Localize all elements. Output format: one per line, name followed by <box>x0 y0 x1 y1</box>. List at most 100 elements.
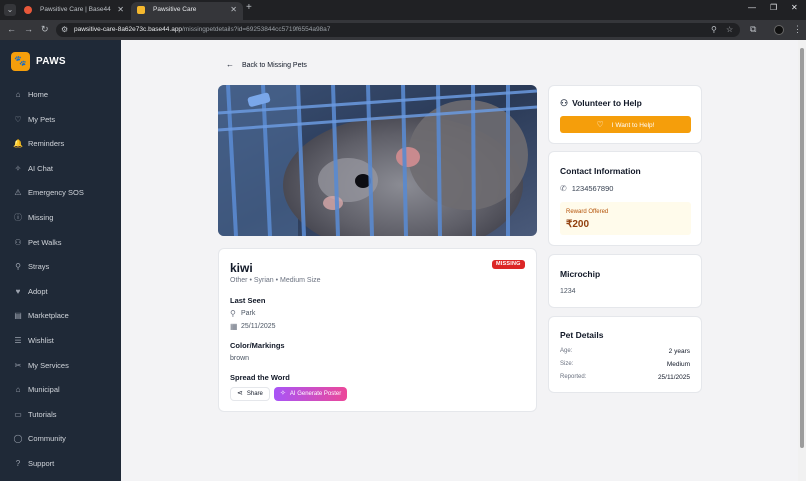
sidebar-item-reminders[interactable]: 🔔 Reminders <box>13 137 113 151</box>
sidebar-item-wishlist[interactable]: ☰ Wishlist <box>13 334 113 348</box>
new-tab-icon[interactable]: + <box>246 2 252 13</box>
volunteer-card: ⚇ Volunteer to Help ♡ I Want to Help! <box>548 85 702 144</box>
size-value: Medium <box>666 361 690 368</box>
back-to-missing-link[interactable]: ← Back to Missing Pets <box>226 60 307 69</box>
map-pin-icon: ⚲ <box>230 309 236 318</box>
forward-icon[interactable]: → <box>24 24 33 34</box>
sidebar-item-label: My Pets <box>28 114 56 124</box>
last-seen-date: 25/11/2025 <box>241 323 276 330</box>
sparkle-icon: ✧ <box>14 163 22 173</box>
sidebar-item-tutorials[interactable]: ▭ Tutorials <box>13 408 113 422</box>
magic-wand-icon: ✧ <box>280 390 286 397</box>
sidebar-item-municipal[interactable]: ⌂ Municipal <box>13 383 113 397</box>
share-label: Share <box>246 391 263 397</box>
back-icon[interactable]: ← <box>7 24 16 34</box>
last-seen-heading: Last Seen <box>230 296 266 305</box>
sidebar-item-label: Pet Walks <box>28 237 62 247</box>
tab-favicon-icon <box>24 6 32 14</box>
building-icon: ⌂ <box>15 385 21 395</box>
sidebar-item-label: Wishlist <box>28 336 54 345</box>
contact-title: Contact Information <box>560 166 641 176</box>
location-icon[interactable]: ⚲ <box>711 25 717 34</box>
reward-box: Reward Offered ₹200 <box>560 202 691 235</box>
menu-kebab-icon[interactable]: ⋮ <box>793 24 802 35</box>
browser-tab-bar: ⌄ Pawsitive Care | Base44 ✕ Pawsitive Ca… <box>0 0 806 20</box>
heart-icon: ♡ <box>14 114 22 124</box>
bookmark-star-icon[interactable]: ☆ <box>726 25 733 34</box>
window-close-icon[interactable]: ✕ <box>791 3 798 12</box>
paw-logo-icon: 🐾 <box>11 52 30 71</box>
phone-icon: ✆ <box>560 184 567 193</box>
sidebar-item-pet-walks[interactable]: ⚇ Pet Walks <box>13 236 113 250</box>
list-icon: ☰ <box>14 336 22 345</box>
tab-close-icon[interactable]: ✕ <box>230 2 237 18</box>
sidebar-item-marketplace[interactable]: ▤ Marketplace <box>13 309 113 323</box>
sidebar-item-support[interactable]: ? Support <box>13 457 113 471</box>
browser-tab-1[interactable]: Pawsitive Care | Base44 ✕ <box>18 2 130 20</box>
sidebar-item-emergency-sos[interactable]: ⚠ Emergency SOS <box>13 186 113 200</box>
age-value: 2 years <box>668 348 690 355</box>
maximize-icon[interactable]: ❐ <box>770 3 777 12</box>
reported-value: 25/11/2025 <box>657 374 690 381</box>
tab-title: Pawsitive Care | Base44 <box>40 6 111 13</box>
sidebar-item-community[interactable]: ◯ Community <box>13 432 113 446</box>
reward-value: ₹200 <box>566 219 590 230</box>
status-badge: MISSING <box>492 260 525 269</box>
sidebar-item-strays[interactable]: ⚲ Strays <box>13 260 113 274</box>
tab-close-icon[interactable]: ✕ <box>117 2 124 18</box>
color-value: brown <box>230 355 250 362</box>
alert-circle-icon: ⓘ <box>14 213 22 222</box>
scissors-icon: ✂ <box>14 360 22 370</box>
browser-tab-2[interactable]: Pawsitive Care ✕ <box>131 2 243 20</box>
message-icon: ◯ <box>13 434 23 444</box>
book-icon: ▭ <box>14 409 22 419</box>
tab-title: Pawsitive Care <box>153 6 197 13</box>
size-label: Size: <box>560 361 574 367</box>
sidebar-item-missing[interactable]: ⓘ Missing <box>13 211 113 225</box>
phone-number: 1234567890 <box>571 184 614 193</box>
sidebar-item-adopt[interactable]: ♥ Adopt <box>13 285 113 299</box>
share-icon: ⋖ <box>237 390 243 397</box>
browser-toolbar: ← → ↻ ⚙ pawsitive-care-8a62e73c.base44.a… <box>0 20 806 40</box>
pet-name: kiwi <box>230 261 253 275</box>
address-bar[interactable]: ⚙ pawsitive-care-8a62e73c.base44.app/mis… <box>56 23 740 37</box>
url-path: /missingpetdetails?id=69253844cc5719f655… <box>182 26 331 33</box>
pet-photo <box>218 85 537 236</box>
reward-label: Reward Offered <box>566 209 609 215</box>
contact-card: Contact Information ✆ 1234567890 Reward O… <box>548 151 702 246</box>
sidebar-item-label: AI Chat <box>28 163 54 173</box>
help-icon: ? <box>15 459 21 468</box>
sidebar-item-label: Reminders <box>28 139 65 149</box>
volunteer-title: ⚇ Volunteer to Help <box>560 98 642 109</box>
want-to-help-button[interactable]: ♡ I Want to Help! <box>560 116 691 133</box>
volunteer-title-text: Volunteer to Help <box>572 98 642 108</box>
share-button[interactable]: ⋖ Share <box>230 387 270 401</box>
sidebar-item-my-services[interactable]: ✂ My Services <box>13 359 113 373</box>
brand-name: PAWS <box>36 56 66 67</box>
last-seen-location: Park <box>241 310 256 317</box>
profile-avatar[interactable] <box>774 25 784 35</box>
sidebar-item-label: Tutorials <box>28 409 57 419</box>
microchip-value: 1234 <box>560 288 576 295</box>
sidebar-item-ai-chat[interactable]: ✧ AI Chat <box>13 162 113 176</box>
heart-handshake-icon: ♥ <box>15 286 21 296</box>
tab-search-icon[interactable]: ⌄ <box>4 4 16 16</box>
extensions-icon[interactable]: ⧉ <box>750 24 756 35</box>
url-text: pawsitive-care-8a62e73c.base44.app/missi… <box>74 25 330 35</box>
scrollbar-thumb[interactable] <box>800 48 804 448</box>
page-scrollbar[interactable] <box>798 40 806 481</box>
reload-icon[interactable]: ↻ <box>41 24 49 35</box>
ai-generate-poster-button[interactable]: ✧ AI Generate Poster <box>274 387 347 401</box>
phone-row[interactable]: ✆ 1234567890 <box>560 184 613 193</box>
minimize-icon[interactable]: — <box>748 3 756 12</box>
users-icon: ⚇ <box>560 98 569 108</box>
sidebar-item-label: Emergency SOS <box>28 188 84 198</box>
url-host: pawsitive-care-8a62e73c.base44.app <box>74 26 183 33</box>
microchip-card: Microchip 1234 <box>548 254 702 308</box>
sidebar: 🐾 PAWS ⌂ Home ♡ My Pets 🔔 Reminders ✧ AI Chat ⚠ E… <box>0 40 121 481</box>
sidebar-item-home[interactable]: ⌂ Home <box>13 88 113 102</box>
sidebar-item-my-pets[interactable]: ♡ My Pets <box>13 113 113 127</box>
pet-info-card: kiwi MISSING Other • Syrian • Medium Siz… <box>218 248 537 412</box>
warning-icon: ⚠ <box>14 188 22 198</box>
site-info-icon[interactable]: ⚙ <box>61 25 68 34</box>
